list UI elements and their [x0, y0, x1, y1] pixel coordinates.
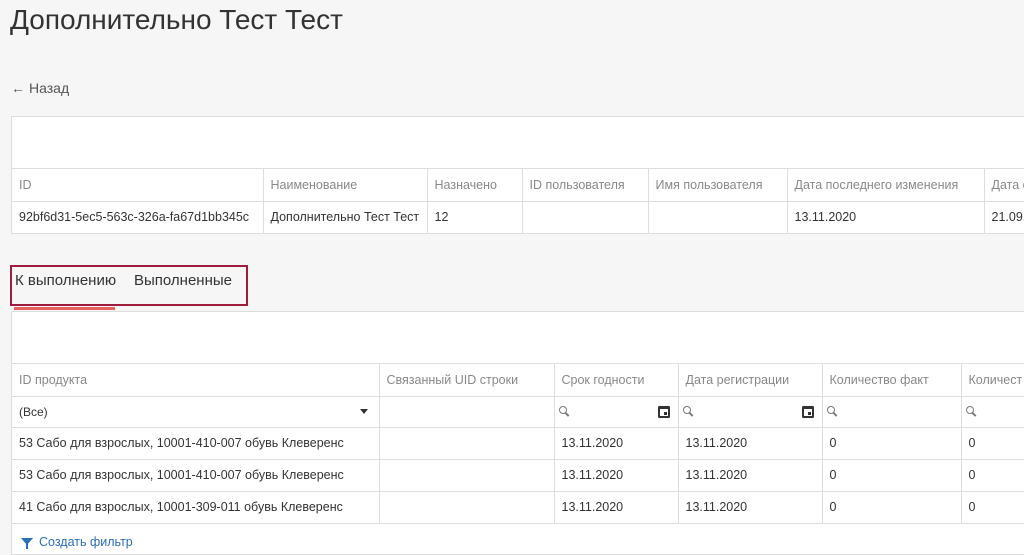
active-tab-indicator	[14, 307, 115, 310]
filter-linked-uid-input[interactable]	[379, 396, 555, 428]
table-row[interactable]: 41 Сабо для взрослых, 10001-309-011 обув…	[12, 491, 1024, 524]
cell-linked-uid	[379, 491, 555, 524]
filter-qty-fact-input[interactable]	[822, 396, 962, 428]
filter-select-value: (Все)	[19, 404, 48, 419]
summary-cell-last-modified: 13.11.2020	[787, 201, 985, 233]
summary-cell-user-id	[522, 201, 649, 233]
cell-linked-uid	[379, 459, 555, 492]
calendar-icon[interactable]	[801, 405, 814, 418]
cell-expiry: 13.11.2020	[554, 491, 679, 524]
summary-cell-date: 21.09.	[984, 201, 1024, 233]
summary-col-user-id[interactable]: ID пользователя	[522, 169, 649, 202]
cell-product-id: 41 Сабо для взрослых, 10001-309-011 обув…	[12, 491, 380, 524]
filter-registration-date-input[interactable]	[678, 396, 823, 428]
chevron-down-icon	[359, 409, 368, 414]
summary-col-last-modified[interactable]: Дата последнего изменения	[787, 169, 985, 202]
items-card: ID продукта Связанный UID строки Срок го…	[11, 311, 1024, 555]
table-row[interactable]: 53 Сабо для взрослых, 10001-410-007 обув…	[12, 427, 1024, 460]
items-col-expiry[interactable]: Срок годности	[554, 364, 679, 397]
calendar-icon[interactable]	[657, 405, 670, 418]
cell-registration-date: 13.11.2020	[678, 459, 823, 492]
summary-col-id[interactable]: ID	[12, 169, 264, 202]
summary-cell-assigned: 12	[427, 201, 523, 233]
cell-qty: 0	[961, 427, 1024, 460]
back-link[interactable]: ← Назад	[11, 80, 69, 96]
cell-linked-uid	[379, 427, 555, 460]
page-title: Дополнительно Тест Тест	[10, 4, 343, 35]
cell-product-id: 53 Сабо для взрослых, 10001-410-007 обув…	[12, 427, 380, 460]
summary-col-assigned[interactable]: Назначено	[427, 169, 523, 202]
cell-qty: 0	[961, 491, 1024, 524]
summary-cell-id: 92bf6d31-5ec5-563c-326a-fa67d1bb345c	[12, 201, 264, 233]
filter-icon	[21, 537, 33, 549]
cell-qty-fact: 0	[822, 459, 962, 492]
summary-table: ID Наименование Назначено ID пользовател…	[12, 169, 1024, 233]
cell-product-id: 53 Сабо для взрослых, 10001-410-007 обув…	[12, 459, 380, 492]
summary-toolbar	[12, 117, 1024, 169]
summary-col-name[interactable]: Наименование	[263, 169, 428, 202]
filter-row: (Все)	[12, 396, 1024, 428]
create-filter-label: Создать фильтр	[39, 535, 133, 549]
summary-cell-user-name	[648, 201, 788, 233]
items-col-registration-date[interactable]: Дата регистрации	[678, 364, 823, 397]
summary-row[interactable]: 92bf6d31-5ec5-563c-326a-fa67d1bb345c Доп…	[12, 201, 1024, 233]
items-col-qty[interactable]: Количест	[961, 364, 1024, 397]
cell-registration-date: 13.11.2020	[678, 491, 823, 524]
items-toolbar	[12, 312, 1024, 364]
summary-card: ID Наименование Назначено ID пользовател…	[11, 116, 1024, 234]
table-row[interactable]: 53 Сабо для взрослых, 10001-410-007 обув…	[12, 459, 1024, 492]
tab-completed[interactable]: Выполненные	[134, 272, 232, 289]
filter-qty-input[interactable]	[961, 396, 1024, 428]
summary-cell-name: Дополнительно Тест Тест	[263, 201, 428, 233]
tab-to-do[interactable]: К выполнению	[15, 272, 116, 289]
search-icon	[965, 406, 977, 417]
items-table: ID продукта Связанный UID строки Срок го…	[12, 364, 1024, 524]
items-col-linked-uid[interactable]: Связанный UID строки	[379, 364, 555, 397]
items-col-product-id[interactable]: ID продукта	[12, 364, 380, 397]
cell-expiry: 13.11.2020	[554, 459, 679, 492]
search-icon	[826, 406, 838, 417]
items-col-qty-fact[interactable]: Количество факт	[822, 364, 962, 397]
cell-qty-fact: 0	[822, 491, 962, 524]
cell-registration-date: 13.11.2020	[678, 427, 823, 460]
filter-product-select[interactable]: (Все)	[12, 396, 380, 428]
cell-qty-fact: 0	[822, 427, 962, 460]
create-filter-button[interactable]: Создать фильтр	[21, 535, 133, 549]
search-icon	[558, 406, 570, 417]
filter-expiry-input[interactable]	[554, 396, 679, 428]
summary-header-row: ID Наименование Назначено ID пользовател…	[12, 169, 1024, 202]
back-arrow-icon: ←	[11, 80, 25, 96]
back-label: Назад	[29, 80, 70, 96]
items-header-row: ID продукта Связанный UID строки Срок го…	[12, 364, 1024, 397]
cell-qty: 0	[961, 459, 1024, 492]
cell-expiry: 13.11.2020	[554, 427, 679, 460]
summary-col-user-name[interactable]: Имя пользователя	[648, 169, 788, 202]
search-icon	[682, 406, 694, 417]
summary-col-date[interactable]: Дата с	[984, 169, 1024, 202]
